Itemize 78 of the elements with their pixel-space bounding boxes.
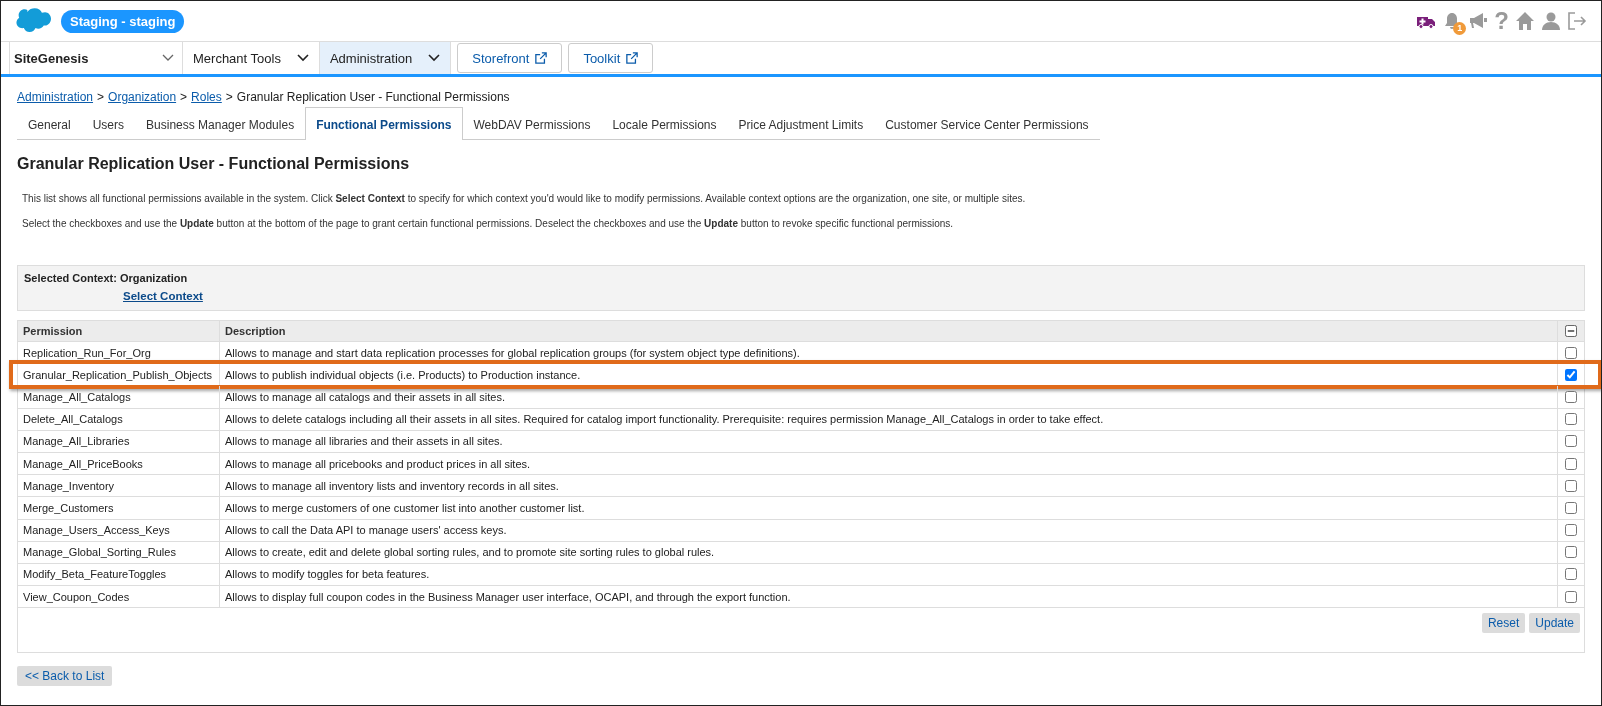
tab[interactable]: Customer Service Center Permissions [874, 110, 1100, 139]
table-cell: Manage_All_Libraries [18, 430, 220, 452]
page-title: Granular Replication User - Functional Permissions [17, 155, 411, 173]
table-cell-text: Allows to modify toggles for beta features. [224, 567, 431, 583]
back-button[interactable]: << Back to List [17, 666, 113, 687]
external-link-button[interactable]: Toolkit [568, 43, 654, 73]
table-cell-text: Allows to manage all libraries and their assets in all sites. [224, 434, 504, 450]
table-cell: Manage_Inventory [18, 475, 220, 497]
table-cell-text: Allows to merge customers of one customer list into another customer list. [224, 500, 586, 516]
notification-badge: 1 [1453, 22, 1467, 35]
checkbox[interactable] [1565, 390, 1577, 403]
table-cell-text: Allows to create, edit and delete global sorting rules, and to promote site sorting rules to global rules. [224, 545, 716, 561]
breadcrumb-link[interactable]: Roles [191, 90, 222, 104]
table-cell-text: Allows to manage all catalogs and their assets in all sites. [224, 389, 507, 405]
checkbox[interactable] [1565, 368, 1577, 381]
environment-badge: Staging - staging [61, 9, 185, 33]
table-cell: Manage_Users_Access_Keys [18, 519, 220, 541]
nav-menu[interactable]: Administration [319, 42, 452, 74]
table-cell-text: Allows to manage all pricebooks and product prices in all sites. [224, 456, 532, 472]
tab[interactable]: Locale Permissions [601, 110, 728, 139]
external-link-button[interactable]: Storefront [457, 43, 563, 73]
user-icon[interactable] [1541, 11, 1561, 31]
external-link-icon [535, 52, 548, 64]
breadcrumb-separator: > [180, 90, 188, 104]
breadcrumb-link[interactable]: Organization [108, 90, 177, 104]
table-cell: View_Coupon_Codes [18, 586, 220, 608]
checkbox[interactable] [1565, 413, 1577, 426]
context-label: Selected Context: Organization [24, 272, 189, 284]
external-link-icon [626, 52, 639, 64]
table-cell-text: Allows to manage and start data replication processes for global replication groups (for system object type definitions). [224, 345, 801, 361]
table-cell: Manage_All_PriceBooks [18, 452, 220, 475]
table-cell: Manage_All_Catalogs [18, 386, 220, 408]
checkbox[interactable] [1565, 346, 1577, 359]
tab[interactable]: WebDAV Permissions [462, 110, 602, 139]
tab[interactable]: Business Manager Modules [135, 110, 306, 139]
nav-menu[interactable]: Merchant Tools [183, 42, 320, 74]
table-cell: Replication_Run_For_Org [18, 342, 220, 364]
table-cell: Delete_All_Catalogs [18, 408, 220, 430]
table-cell-text: Allows to display full coupon codes in the Business Manager user interface, OCAPI, and through the export function. [224, 589, 792, 605]
breadcrumb-separator: > [225, 90, 233, 104]
checkbox[interactable] [1565, 479, 1577, 492]
column-header: Permission [18, 321, 220, 341]
logout-icon[interactable] [1567, 11, 1587, 31]
checkbox[interactable] [1565, 590, 1577, 603]
checkbox[interactable] [1565, 501, 1577, 514]
breadcrumb-link[interactable]: Administration [17, 90, 94, 104]
chevron-icon [296, 54, 309, 62]
intro-paragraph: Select the checkboxes and use the Update button at the bottom of the page to grant certain functional permissions. Deselect the checkboxes and use the Update button to revoke specific functional permissions. [22, 218, 955, 229]
deselect-all-icon[interactable] [1565, 325, 1577, 337]
checkbox[interactable] [1565, 568, 1577, 581]
checkbox[interactable] [1565, 435, 1577, 448]
table-cell: Granular_Replication_Publish_Objects [18, 364, 220, 386]
table-cell-text: Allows to delete catalogs including all their assets in all sites. Required for catalog import functionality. Prerequisite: requires permission Manage_All_Catalogs in order to take effect. [224, 412, 1105, 428]
tab[interactable]: General [17, 110, 82, 139]
table-cell: Modify_Beta_FeatureToggles [18, 563, 220, 586]
checkbox[interactable] [1565, 546, 1577, 559]
table-cell-text: Allows to publish individual objects (i.e. Products) to Production instance. [224, 367, 582, 383]
breadcrumb-current: Granular Replication User - Functional Permissions [236, 90, 510, 104]
tab[interactable]: Price Adjustment Limits [727, 110, 875, 139]
column-header: Description [224, 324, 287, 339]
chevron-icon [162, 54, 174, 62]
site-selector[interactable]: SiteGenesis [9, 42, 183, 74]
form-button[interactable]: Reset [1481, 613, 1526, 634]
tab[interactable]: Functional Permissions [305, 107, 463, 140]
intro-paragraph: This list shows all functional permissions available in the system. Click Select Context to specify for which context you'd would like to modify permissions. Available context options are the organization, one site, or multiple sites. [22, 193, 1027, 204]
table-cell: Merge_Customers [18, 497, 220, 519]
megaphone-icon[interactable] [1468, 11, 1489, 31]
table-cell-text: Allows to call the Data API to manage users' access keys. [224, 523, 508, 539]
breadcrumb-separator: > [97, 90, 105, 104]
home-icon[interactable] [1515, 11, 1535, 31]
chevron-icon [428, 54, 441, 62]
table-cell: Manage_Global_Sorting_Rules [18, 541, 220, 563]
tab[interactable]: Users [81, 110, 136, 139]
checkbox[interactable] [1565, 524, 1577, 537]
checkbox[interactable] [1565, 457, 1577, 470]
table-cell-text: Allows to manage all inventory lists and inventory records in all sites. [224, 478, 560, 494]
select-context-link[interactable]: Select Context [123, 290, 203, 302]
form-button[interactable]: Update [1529, 613, 1580, 634]
